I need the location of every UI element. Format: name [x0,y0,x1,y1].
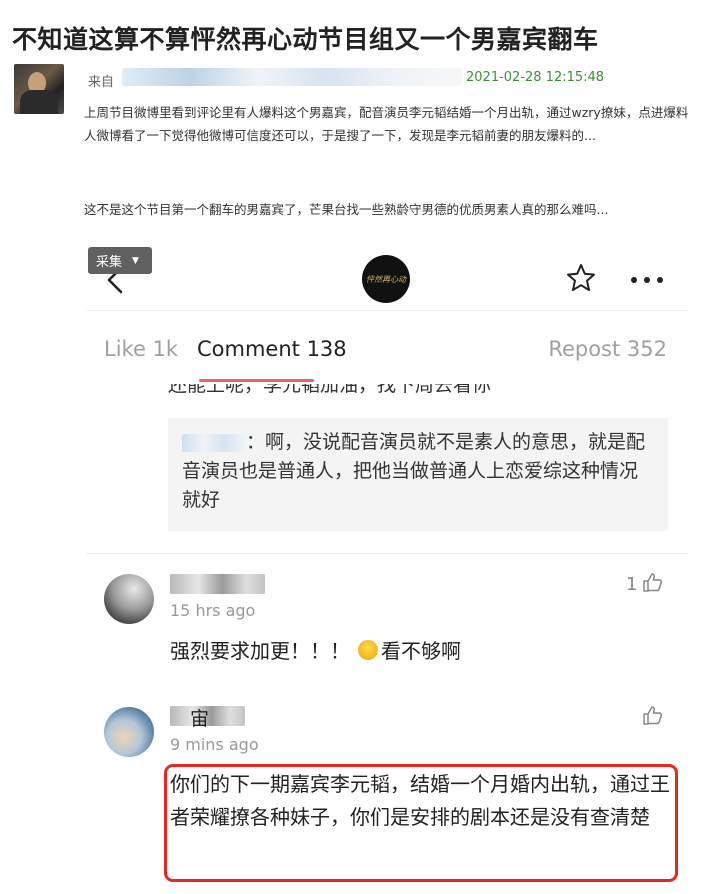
reply-user-blurred [182,433,246,452]
collect-label: 采集 [96,255,123,270]
avatar-body [20,90,58,114]
collect-button[interactable]: 采集 ▼ [88,247,152,274]
brand-logo-text: 怦然再心动 [366,274,406,284]
comment-time: 15 hrs ago [170,601,256,620]
tab-active-underline [199,379,314,382]
thumbs-up-icon[interactable] [642,571,664,593]
highlighted-comment-text: 你们的下一期嘉宾李元韬，结婚一个月婚内出轨，通过王者荣耀撩各种妹子，你们是安排的… [170,772,670,829]
post-time: 2021-02-28 12:15:48 [466,70,605,85]
username-visible-char: 宙 [190,708,210,730]
avatar[interactable] [104,707,154,757]
username-blurred[interactable] [170,574,265,594]
comment-text-part-2: 看不够啊 [381,639,461,663]
tab-bar: Like 1k Comment 138 Repost 352 [86,310,689,384]
tab-comment[interactable]: Comment 138 [197,337,347,361]
reply-text: ：啊，没说配音演员就不是素人的意思，就是配音演员也是普通人，把他当做普通人上恋爱… [182,431,646,511]
tab-like[interactable]: Like 1k [104,337,178,361]
divider [86,553,689,554]
author-avatar[interactable] [14,64,64,114]
comment-text: 强烈要求加更！！！ 看不够啊 [170,635,461,668]
thumbs-up-icon[interactable] [642,704,664,726]
emoji-icon [358,640,378,660]
like-count: 1 [626,574,638,595]
star-icon[interactable] [565,262,597,294]
post-paragraph-2: 这不是这个节目第一个翻车的男嘉宾了，芒果台找一些熟龄守男德的优质男素人真的那么难… [84,202,609,217]
reply-box[interactable]: ：啊，没说配音演员就不是素人的意思，就是配音演员也是普通人，把他当做普通人上恋爱… [168,418,668,531]
avatar[interactable] [104,574,154,624]
post-paragraph-1: 上周节目微博里看到评论里有人爆料这个男嘉宾，配音演员李元韬结婚一个月出轨，通过w… [84,105,689,143]
source-blurred [122,68,462,86]
cut-off-comment: 还能上呢，李元韬加油，找下周去看你 [168,384,492,396]
tab-repost[interactable]: Repost 352 [548,337,667,361]
caret-down-icon: ▼ [132,255,139,266]
source-label: 来自 [88,75,115,90]
comment-time: 9 mins ago [170,735,259,754]
more-icon[interactable] [630,276,664,284]
brand-logo: 怦然再心动 [362,255,410,303]
post-title: 不知道这算不算怦然再心动节目组又一个男嘉宾翻车 [12,25,599,54]
comment-text-part: 强烈要求加更！！！ [170,639,350,663]
